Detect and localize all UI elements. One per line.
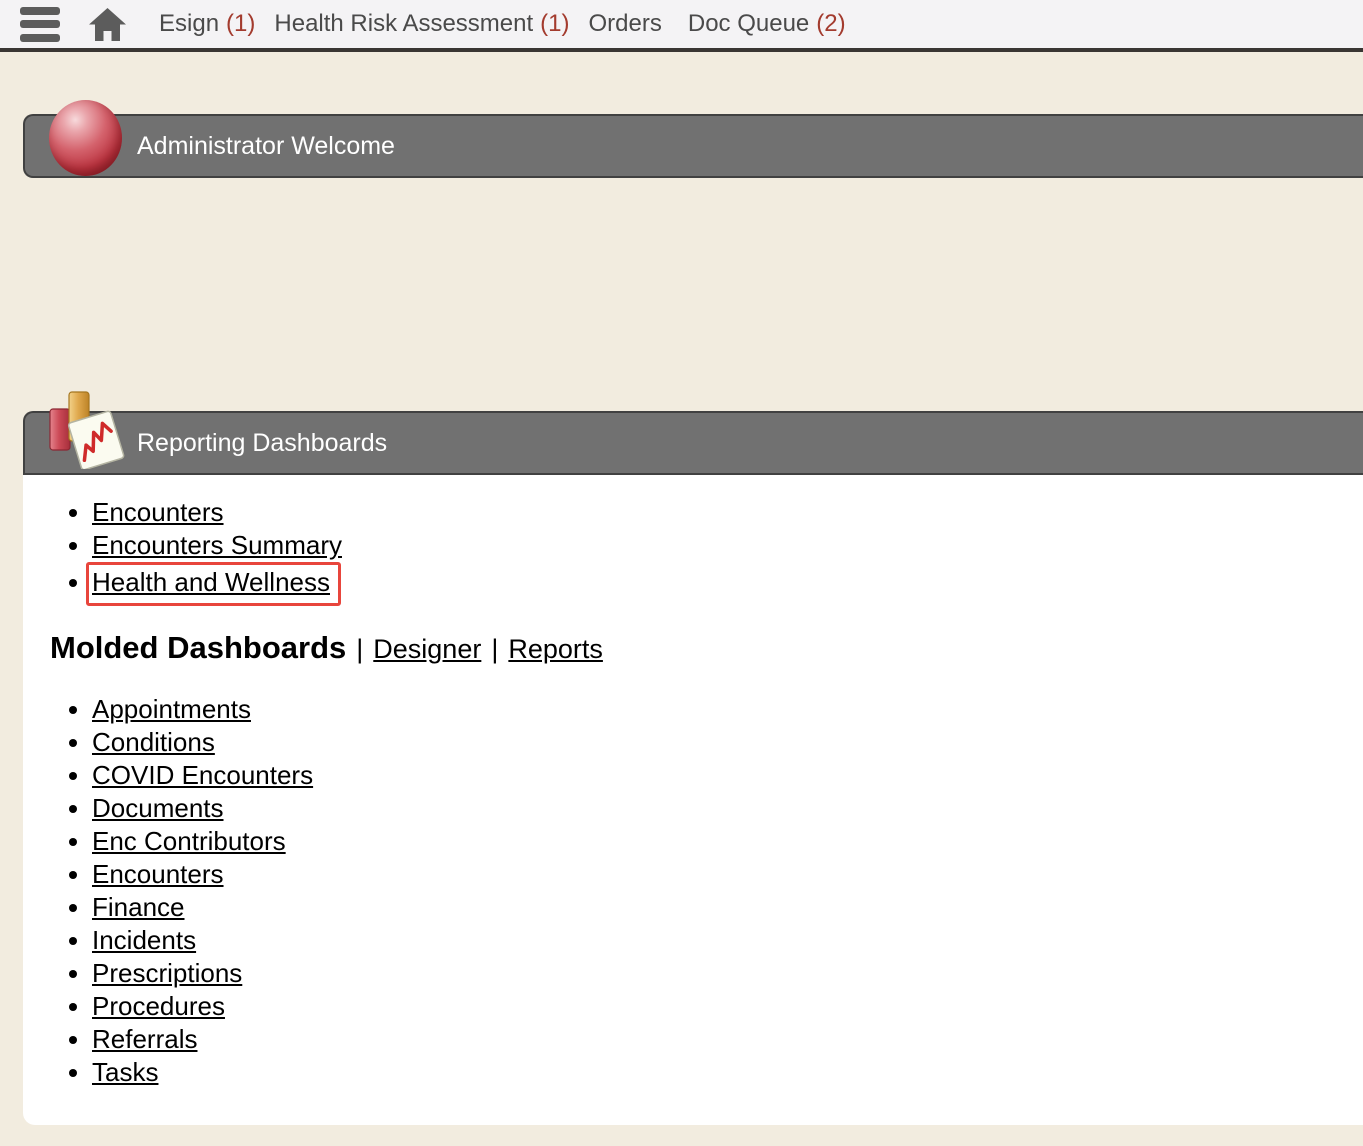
link-enc-contributors[interactable]: Enc Contributors: [92, 826, 286, 856]
reporting-dashboards-panel-body: Encounters Encounters Summary Health and…: [23, 475, 1363, 1125]
link-referrals[interactable]: Referrals: [92, 1024, 197, 1054]
red-sphere-icon: [49, 100, 122, 176]
list-item: Tasks: [92, 1056, 1333, 1089]
list-item: Referrals: [92, 1023, 1333, 1056]
report-chart-icon: [45, 389, 125, 469]
link-appointments[interactable]: Appointments: [92, 694, 251, 724]
link-reports[interactable]: Reports: [508, 634, 603, 665]
list-item: Encounters: [92, 858, 1333, 891]
link-designer[interactable]: Designer: [373, 634, 481, 665]
list-item: Prescriptions: [92, 957, 1333, 990]
link-conditions[interactable]: Conditions: [92, 727, 215, 757]
link-procedures[interactable]: Procedures: [92, 991, 225, 1021]
molded-dashboards-heading-row: Molded Dashboards | Designer | Reports: [50, 630, 1333, 666]
list-item: Appointments: [92, 693, 1333, 726]
list-item: Encounters Summary: [92, 529, 1333, 562]
list-item: Health and Wellness: [92, 562, 1333, 606]
admin-welcome-title: Administrator Welcome: [137, 132, 395, 161]
nav-item-label: Health Risk Assessment: [274, 10, 533, 37]
molded-dashboards-heading: Molded Dashboards: [50, 630, 346, 666]
nav-item-label: Esign: [159, 10, 219, 37]
list-item: Documents: [92, 792, 1333, 825]
link-encounters-summary[interactable]: Encounters Summary: [92, 530, 342, 560]
list-item: COVID Encounters: [92, 759, 1333, 792]
nav-item-count: (2): [816, 10, 845, 37]
list-item: Enc Contributors: [92, 825, 1333, 858]
link-documents[interactable]: Documents: [92, 793, 224, 823]
top-nav-bar: Esign (1) Health Risk Assessment (1) Order…: [0, 0, 1363, 52]
nav-item-doc-queue[interactable]: Doc Queue (2): [688, 10, 846, 38]
link-incidents[interactable]: Incidents: [92, 925, 196, 955]
list-item: Procedures: [92, 990, 1333, 1023]
nav-item-label: Orders: [589, 10, 662, 37]
nav-item-count: (1): [540, 10, 569, 37]
highlight-box: Health and Wellness: [86, 562, 341, 606]
link-finance[interactable]: Finance: [92, 892, 185, 922]
separator: |: [356, 634, 363, 665]
list-item: Encounters: [92, 496, 1333, 529]
hamburger-menu-icon[interactable]: [20, 7, 60, 42]
nav-item-health-risk-assessment[interactable]: Health Risk Assessment (1): [274, 10, 569, 38]
home-icon[interactable]: [89, 7, 126, 42]
list-item: Incidents: [92, 924, 1333, 957]
nav-item-count: (1): [226, 10, 255, 37]
nav-item-esign[interactable]: Esign (1): [159, 10, 255, 38]
link-encounters[interactable]: Encounters: [92, 497, 224, 527]
reporting-dashboards-panel-header: Reporting Dashboards: [23, 411, 1363, 475]
separator: |: [491, 634, 498, 665]
link-encounters-2[interactable]: Encounters: [92, 859, 224, 889]
link-covid-encounters[interactable]: COVID Encounters: [92, 760, 313, 790]
admin-welcome-panel-header: Administrator Welcome: [23, 114, 1363, 178]
list-item: Finance: [92, 891, 1333, 924]
list-item: Conditions: [92, 726, 1333, 759]
dashboard-links-list: Encounters Encounters Summary Health and…: [50, 496, 1333, 606]
reporting-dashboards-title: Reporting Dashboards: [137, 429, 387, 458]
top-nav-items: Esign (1) Health Risk Assessment (1) Order…: [159, 10, 846, 38]
link-prescriptions[interactable]: Prescriptions: [92, 958, 242, 988]
nav-item-label: Doc Queue: [688, 10, 809, 37]
molded-dashboards-list: Appointments Conditions COVID Encounters…: [50, 693, 1333, 1089]
nav-item-orders[interactable]: Orders: [589, 10, 669, 38]
link-health-and-wellness[interactable]: Health and Wellness: [92, 567, 330, 597]
link-tasks[interactable]: Tasks: [92, 1057, 158, 1087]
